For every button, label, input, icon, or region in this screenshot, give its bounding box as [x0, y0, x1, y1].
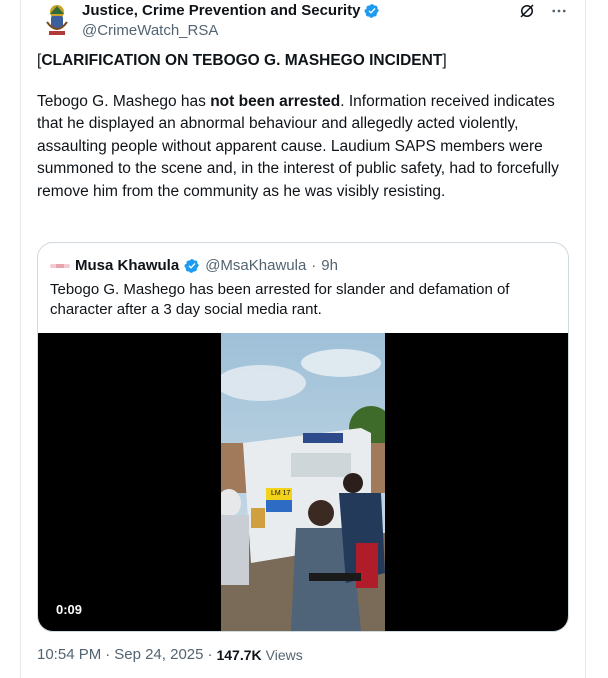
heading-bracket-close: ] — [442, 52, 447, 69]
tweet-actions-top — [518, 2, 568, 20]
author-name[interactable]: Justice, Crime Prevention and Security — [82, 2, 360, 20]
heading-title: CLARIFICATION ON TEBOGO G. MASHEGO INCID… — [41, 52, 443, 69]
tweet-footer: 10:54 PM · Sep 24, 2025 · 147.7K Views — [37, 646, 303, 663]
body-bold: not been arrested — [210, 92, 341, 110]
post-date[interactable]: Sep 24, 2025 — [114, 646, 203, 663]
verified-badge-icon — [184, 258, 200, 273]
video-duration: 0:09 — [56, 602, 83, 617]
footer-dot-2: · — [207, 646, 213, 663]
video-scene: LM 17 — [221, 333, 385, 631]
quoted-text: Tebogo G. Mashego has been arrested for … — [50, 281, 510, 318]
quoted-author-handle[interactable]: @MsaKhawula — [205, 257, 306, 274]
grok-button[interactable] — [518, 2, 536, 20]
author-name-row[interactable]: Justice, Crime Prevention and Security — [82, 2, 380, 20]
quoted-separator: · — [311, 257, 317, 274]
footer-dot: · — [105, 646, 111, 663]
more-icon — [552, 9, 566, 13]
author-block: Justice, Crime Prevention and Security @… — [82, 2, 380, 40]
tweet-body: Tebogo G. Mashego has not been arrested.… — [37, 91, 567, 204]
video-thumbnail: LM 17 — [221, 333, 385, 631]
tweet-heading: [CLARIFICATION ON TEBOGO G. MASHEGO INCI… — [37, 50, 567, 73]
quoted-header: Musa Khawula @MsaKhawula · 9h — [50, 257, 338, 274]
more-button[interactable] — [550, 2, 568, 20]
author-handle[interactable]: @CrimeWatch_RSA — [82, 22, 380, 40]
body-pre: Tebogo G. Mashego has — [37, 92, 211, 110]
quoted-tweet[interactable]: Musa Khawula @MsaKhawula · 9h Tebogo G. … — [37, 242, 569, 632]
grok-icon — [520, 4, 534, 18]
verified-badge-icon — [364, 4, 380, 18]
views-label: Views — [265, 646, 303, 663]
vehicle-label: LM 17 — [271, 490, 291, 497]
tweet-text: [CLARIFICATION ON TEBOGO G. MASHEGO INCI… — [37, 50, 567, 221]
quoted-author-name[interactable]: Musa Khawula — [75, 257, 179, 274]
video-player[interactable]: LM 17 0:09 — [38, 333, 568, 631]
author-avatar[interactable] — [43, 2, 71, 38]
quoted-avatar[interactable] — [50, 261, 70, 271]
quoted-time[interactable]: 9h — [321, 257, 338, 274]
coat-of-arms-icon — [46, 5, 68, 35]
post-time[interactable]: 10:54 PM — [37, 646, 101, 663]
views-count[interactable]: 147.7K — [216, 647, 261, 663]
